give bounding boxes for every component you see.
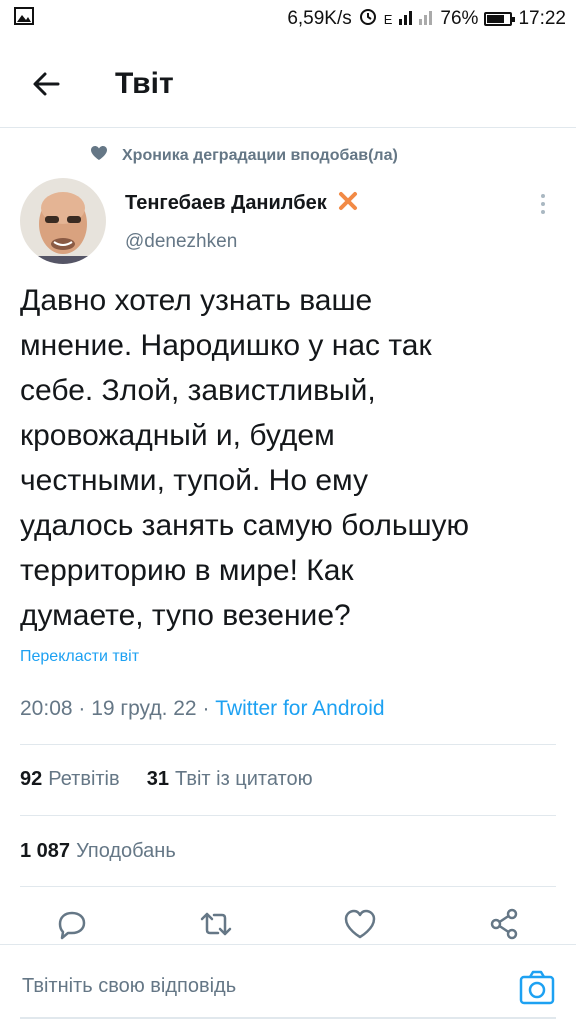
- status-bar: 6,59K/s E 76% 17:22: [0, 0, 576, 38]
- reply-bar: Твітніть свою відповідь: [0, 944, 576, 1025]
- tweet-line: кровожадный и, будем: [20, 419, 335, 452]
- battery-percent: 76%: [440, 8, 479, 29]
- more-options-icon[interactable]: [536, 192, 550, 216]
- retweets-label: Ретвітів: [48, 768, 120, 790]
- quotes-count: 31: [146, 768, 170, 790]
- like-icon[interactable]: [340, 904, 380, 944]
- x-badge-icon: [337, 190, 359, 217]
- heart-icon: [90, 145, 108, 166]
- likes-count: 1 087: [20, 840, 71, 862]
- network-speed: 6,59K/s: [287, 8, 352, 29]
- tweet-date: 19 груд. 22: [91, 697, 197, 720]
- share-icon[interactable]: [484, 904, 524, 944]
- retweet-icon[interactable]: [196, 904, 236, 944]
- reply-input[interactable]: Твітніть свою відповідь: [22, 975, 236, 998]
- translate-tweet-link[interactable]: Перекласти твіт: [20, 648, 139, 666]
- network-type: E: [383, 11, 393, 27]
- author-name: Тенгебаев Данилбек: [125, 192, 327, 214]
- tweet-line: мнение. Народишко у нас так: [20, 329, 432, 362]
- header-divider: [0, 127, 576, 128]
- battery-icon: [484, 12, 516, 26]
- retweets-count: 92: [20, 768, 43, 790]
- tweet-client[interactable]: Twitter for Android: [215, 697, 384, 720]
- retweet-stats[interactable]: 92 Ретвітів 31 Твіт із цитатою: [20, 768, 313, 791]
- camera-icon[interactable]: [518, 969, 556, 1007]
- social-context[interactable]: Хроника деградации вподобав(ла): [90, 145, 398, 166]
- tweet-actions: [0, 904, 576, 944]
- tweet-line: удалось занять самую большую: [20, 509, 470, 542]
- tweet-line: честными, тупой. Но ему: [20, 464, 369, 497]
- back-arrow-icon[interactable]: [28, 66, 64, 102]
- tweet-time: 20:08: [20, 697, 73, 720]
- app-header: Твіт: [0, 50, 576, 120]
- tweet-text: Давно хотел узнать ваше мнение. Народишк…: [20, 278, 560, 638]
- tweet-line: себе. Злой, завистливый,: [20, 374, 376, 407]
- page-title: Твіт: [115, 67, 174, 100]
- meta-separator: ·: [202, 697, 216, 720]
- author-name-row[interactable]: Тенгебаев Данилбек: [125, 190, 359, 217]
- tweet-line: Давно хотел узнать ваше: [20, 284, 373, 317]
- alarm-icon: [358, 6, 378, 32]
- reply-underline: [20, 1017, 556, 1019]
- likes-stats[interactable]: 1 087 Уподобань: [20, 840, 176, 863]
- author-handle[interactable]: @denezhken: [125, 231, 237, 253]
- clock: 17:22: [518, 8, 566, 29]
- divider: [20, 886, 556, 887]
- divider: [20, 815, 556, 816]
- divider: [20, 744, 556, 745]
- signal-icon: [398, 7, 434, 31]
- meta-separator: ·: [78, 697, 92, 720]
- social-context-text: Хроника деградации вподобав(ла): [122, 146, 398, 164]
- tweet-line: территорию в мире! Как: [20, 554, 354, 587]
- reply-icon[interactable]: [52, 904, 92, 944]
- gallery-notification-icon: [14, 7, 34, 31]
- likes-label: Уподобань: [76, 840, 176, 862]
- quotes-label: Твіт із цитатою: [175, 768, 313, 790]
- avatar[interactable]: [20, 178, 106, 264]
- tweet-line: думаете, тупо везение?: [20, 599, 351, 632]
- tweet-meta: 20:08 · 19 груд. 22 · Twitter for Androi…: [20, 697, 385, 721]
